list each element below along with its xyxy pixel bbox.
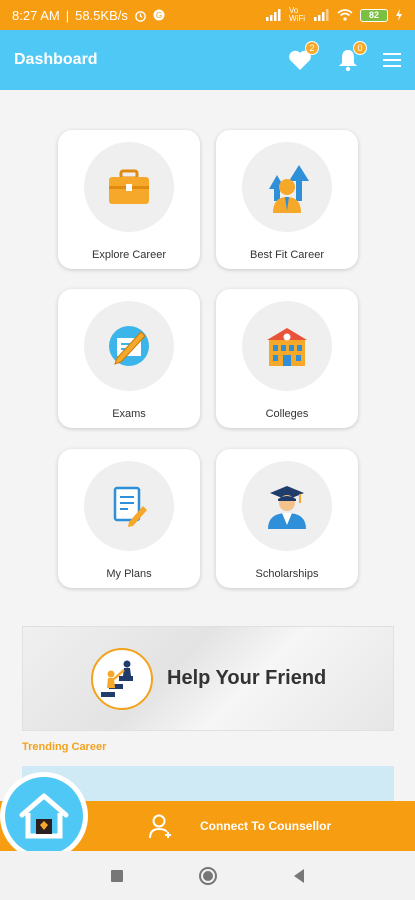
- back-icon[interactable]: [292, 868, 306, 884]
- menu-icon[interactable]: [383, 53, 401, 67]
- signal-icon-2: [314, 9, 329, 21]
- status-speed: 58.5KB/s: [75, 7, 128, 23]
- help-your-friend-banner[interactable]: Help Your Friend: [22, 626, 394, 731]
- page-title: Dashboard: [14, 51, 98, 68]
- exam-pencil-icon: [109, 326, 149, 366]
- battery-icon: 82: [360, 8, 388, 22]
- status-time: 8:27 AM: [12, 7, 60, 23]
- my-plans-card[interactable]: My Plans: [58, 449, 200, 588]
- briefcase-icon: [109, 169, 149, 204]
- status-bar: 8:27 AM | 58.5KB/s G Vo WiFi 82: [0, 0, 415, 30]
- colleges-label: Colleges: [265, 408, 309, 420]
- explore-career-card[interactable]: Explore Career: [58, 130, 200, 269]
- explore-career-label: Explore Career: [92, 249, 166, 261]
- svg-text:G: G: [156, 11, 162, 20]
- notifications-button[interactable]: 0: [335, 41, 367, 73]
- charging-icon: [396, 9, 402, 21]
- scholarships-card[interactable]: Scholarships: [216, 449, 358, 588]
- exams-label: Exams: [112, 408, 146, 420]
- banner-text: Help Your Friend: [167, 667, 327, 689]
- system-nav-bar: [0, 851, 415, 900]
- add-user-icon: [149, 814, 171, 839]
- app-header: Dashboard 2 0: [0, 30, 415, 90]
- signal-icon: [266, 9, 281, 21]
- my-plans-label: My Plans: [106, 568, 152, 580]
- home-icon: [19, 793, 69, 839]
- best-fit-career-label: Best Fit Career: [250, 249, 324, 261]
- home-nav-icon[interactable]: [198, 866, 218, 886]
- college-building-icon: [267, 328, 307, 366]
- trending-career-heading: Trending Career: [22, 741, 107, 753]
- best-fit-career-card[interactable]: Best Fit Career: [216, 130, 358, 269]
- favorites-badge: 2: [305, 41, 319, 55]
- career-growth-icon: [269, 165, 309, 213]
- favorites-button[interactable]: 2: [287, 41, 319, 73]
- helping-hand-icon: [101, 660, 133, 697]
- graduate-icon: [268, 486, 306, 529]
- wifi-icon: [337, 9, 353, 21]
- connect-counsellor-label: Connect To Counsellor: [200, 819, 332, 833]
- alarm-icon: [135, 10, 146, 22]
- app-notification-icon: G: [153, 9, 165, 21]
- network-label: Vo WiFi: [289, 6, 305, 23]
- plan-document-icon: [113, 486, 147, 527]
- exams-card[interactable]: Exams: [58, 289, 200, 428]
- colleges-card[interactable]: Colleges: [216, 289, 358, 428]
- scholarships-label: Scholarships: [255, 568, 319, 580]
- notifications-badge: 0: [353, 41, 367, 55]
- home-button[interactable]: [0, 772, 88, 860]
- connect-counsellor-button[interactable]: Connect To Counsellor: [148, 813, 331, 839]
- recent-apps-icon[interactable]: [110, 869, 124, 883]
